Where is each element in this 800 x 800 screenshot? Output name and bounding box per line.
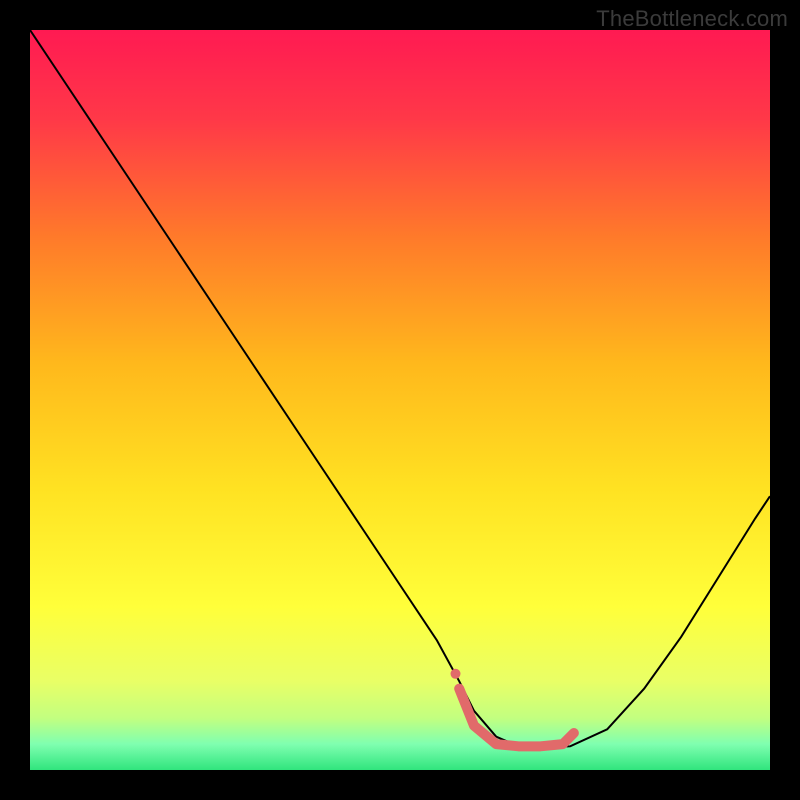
watermark-text: TheBottleneck.com (596, 6, 788, 32)
gradient-background (30, 30, 770, 770)
plot-area (30, 30, 770, 770)
highlight-dot (451, 669, 461, 679)
plot-svg (30, 30, 770, 770)
chart-container: TheBottleneck.com (0, 0, 800, 800)
